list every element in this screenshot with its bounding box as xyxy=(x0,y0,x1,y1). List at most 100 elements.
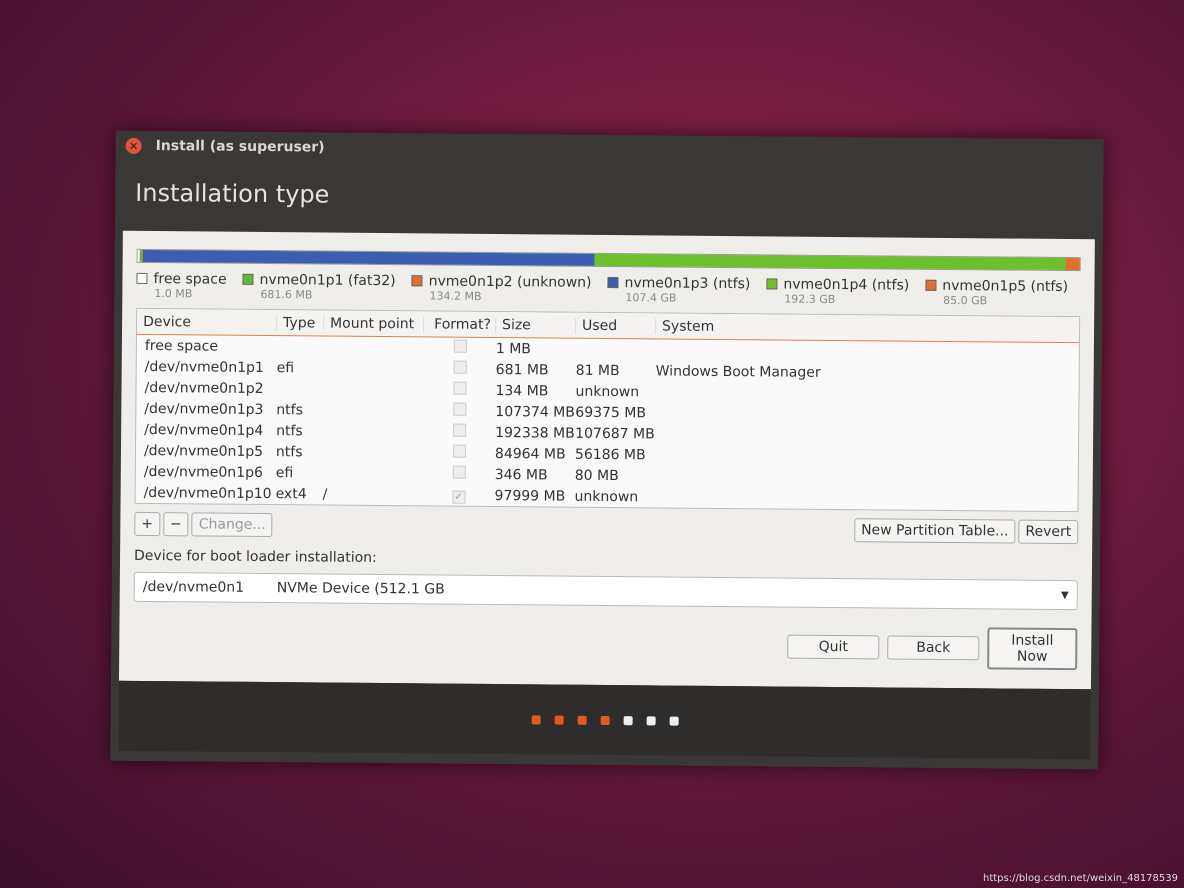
cell-size: 97999 MB xyxy=(494,487,566,505)
format-checkbox[interactable] xyxy=(452,381,467,395)
close-icon[interactable]: ✕ xyxy=(125,137,142,154)
cell-system xyxy=(655,476,855,478)
cell-type: ntfs xyxy=(276,422,303,439)
col-type[interactable]: Type xyxy=(277,314,325,332)
cell-device: /dev/nvme0n1p2 xyxy=(144,379,264,397)
format-checkbox[interactable] xyxy=(453,339,467,353)
legend-name: nvme0n1p2 (unknown) xyxy=(428,273,592,291)
cell-system: Windows Boot Manager xyxy=(655,362,821,381)
progress-dot xyxy=(554,715,564,725)
legend-name: free space xyxy=(153,271,227,288)
partition-segment xyxy=(594,253,1066,270)
bootloader-select[interactable]: /dev/nvme0n1 NVMe Device (512.1 GB ▼ xyxy=(133,571,1078,611)
color-swatch xyxy=(925,279,937,291)
cell-type: efi xyxy=(276,359,295,376)
color-swatch xyxy=(242,273,254,285)
legend-name: nvme0n1p5 (ntfs) xyxy=(942,277,1069,296)
cell-type: ntfs xyxy=(276,401,304,418)
legend-item: nvme0n1p3 (ntfs) 107.4 GB xyxy=(607,275,750,305)
cell-size: 681 MB xyxy=(495,361,549,378)
cell-mount xyxy=(323,452,423,453)
legend-size: 107.4 GB xyxy=(625,291,677,305)
cell-used: 81 MB xyxy=(575,362,620,379)
quit-button[interactable]: Quit xyxy=(787,634,880,660)
cell-system xyxy=(655,413,855,415)
legend-name: nvme0n1p3 (ntfs) xyxy=(624,275,751,293)
cell-type: efi xyxy=(275,464,294,481)
progress-dot xyxy=(646,715,656,725)
col-format[interactable]: Format? xyxy=(424,315,497,333)
progress-dot xyxy=(669,716,679,726)
cell-mount xyxy=(323,473,423,474)
partition-table[interactable]: Device Type Mount point Format? Size Use… xyxy=(134,307,1081,513)
progress-dot xyxy=(623,715,633,725)
legend-size: 1.0 MB xyxy=(154,287,193,301)
cell-device: /dev/nvme0n1p3 xyxy=(144,400,264,418)
col-system[interactable]: System xyxy=(656,318,856,336)
new-partition-table-button[interactable]: New Partition Table... xyxy=(854,518,1016,544)
add-partition-button[interactable]: + xyxy=(134,511,161,537)
dropdown-arrow-icon: ▼ xyxy=(1061,589,1069,601)
col-used[interactable]: Used xyxy=(576,317,657,334)
format-checkbox[interactable] xyxy=(453,360,467,374)
format-checkbox[interactable] xyxy=(452,465,466,479)
legend-size: 85.0 GB xyxy=(943,293,988,308)
cell-size: 1 MB xyxy=(495,340,531,357)
progress-dot xyxy=(577,715,587,725)
legend-size: 681.6 MB xyxy=(260,287,313,302)
col-mount[interactable]: Mount point xyxy=(324,315,425,332)
cell-mount xyxy=(324,368,424,369)
color-swatch xyxy=(411,275,423,287)
cell-size: 192338 MB xyxy=(495,424,575,442)
cell-device: /dev/nvme0n1p1 xyxy=(144,358,264,376)
legend-size: 192.3 GB xyxy=(784,292,836,306)
cell-system xyxy=(655,434,855,436)
legend-item: nvme0n1p5 (ntfs) 85.0 GB xyxy=(925,278,1068,308)
bootloader-device: /dev/nvme0n1 xyxy=(142,578,245,596)
cell-mount xyxy=(324,347,424,348)
cell-mount xyxy=(324,389,424,390)
legend-name: nvme0n1p1 (fat32) xyxy=(259,271,396,290)
cell-device: /dev/nvme0n1p10 xyxy=(143,484,272,502)
partition-segment xyxy=(1065,257,1080,271)
legend-item: free space 1.0 MB xyxy=(136,271,227,301)
format-checkbox[interactable] xyxy=(452,444,466,458)
legend-item: nvme0n1p4 (ntfs) 192.3 GB xyxy=(766,276,909,306)
cell-device: /dev/nvme0n1p5 xyxy=(143,442,264,460)
partition-bar xyxy=(136,248,1081,272)
cell-mount xyxy=(323,431,423,432)
legend-size: 134.2 MB xyxy=(429,289,482,303)
cell-used: 69375 MB xyxy=(575,404,647,421)
cell-size: 134 MB xyxy=(495,382,549,399)
cell-system xyxy=(655,455,855,457)
cell-used: 80 MB xyxy=(574,467,619,484)
progress-dot xyxy=(531,714,541,724)
cell-size: 84964 MB xyxy=(494,445,566,463)
cell-type: ntfs xyxy=(275,443,303,460)
format-checkbox[interactable] xyxy=(452,423,466,437)
cell-mount: / xyxy=(322,486,328,503)
cell-system xyxy=(655,497,855,499)
remove-partition-button[interactable]: − xyxy=(162,512,189,537)
color-swatch xyxy=(136,272,148,284)
cell-device: /dev/nvme0n1p6 xyxy=(143,463,263,481)
cell-size: 107374 MB xyxy=(495,403,575,421)
legend-item: nvme0n1p1 (fat32) 681.6 MB xyxy=(242,271,396,302)
revert-button[interactable]: Revert xyxy=(1018,519,1079,545)
legend-name: nvme0n1p4 (ntfs) xyxy=(783,276,910,294)
format-checkbox[interactable] xyxy=(452,402,466,416)
col-size[interactable]: Size xyxy=(496,316,577,334)
col-device[interactable]: Device xyxy=(137,313,278,331)
back-button[interactable]: Back xyxy=(887,635,980,661)
format-checkbox[interactable]: ✓ xyxy=(452,490,466,504)
change-partition-button[interactable]: Change... xyxy=(191,512,273,538)
cell-system xyxy=(656,350,856,352)
progress-dots xyxy=(118,680,1091,760)
watermark: https://blog.csdn.net/weixin_48178539 xyxy=(982,873,1178,884)
partition-segment xyxy=(142,249,595,266)
partition-legend: free space 1.0 MB nvme0n1p1 (fat32) 681.6 M… xyxy=(136,271,1080,308)
legend-item: nvme0n1p2 (unknown) 134.2 MB xyxy=(411,273,592,304)
content-panel: free space 1.0 MB nvme0n1p1 (fat32) 681.6 M… xyxy=(118,230,1095,690)
install-now-button[interactable]: Install Now xyxy=(987,627,1078,671)
bootloader-description: NVMe Device (512.1 GB xyxy=(276,580,445,598)
